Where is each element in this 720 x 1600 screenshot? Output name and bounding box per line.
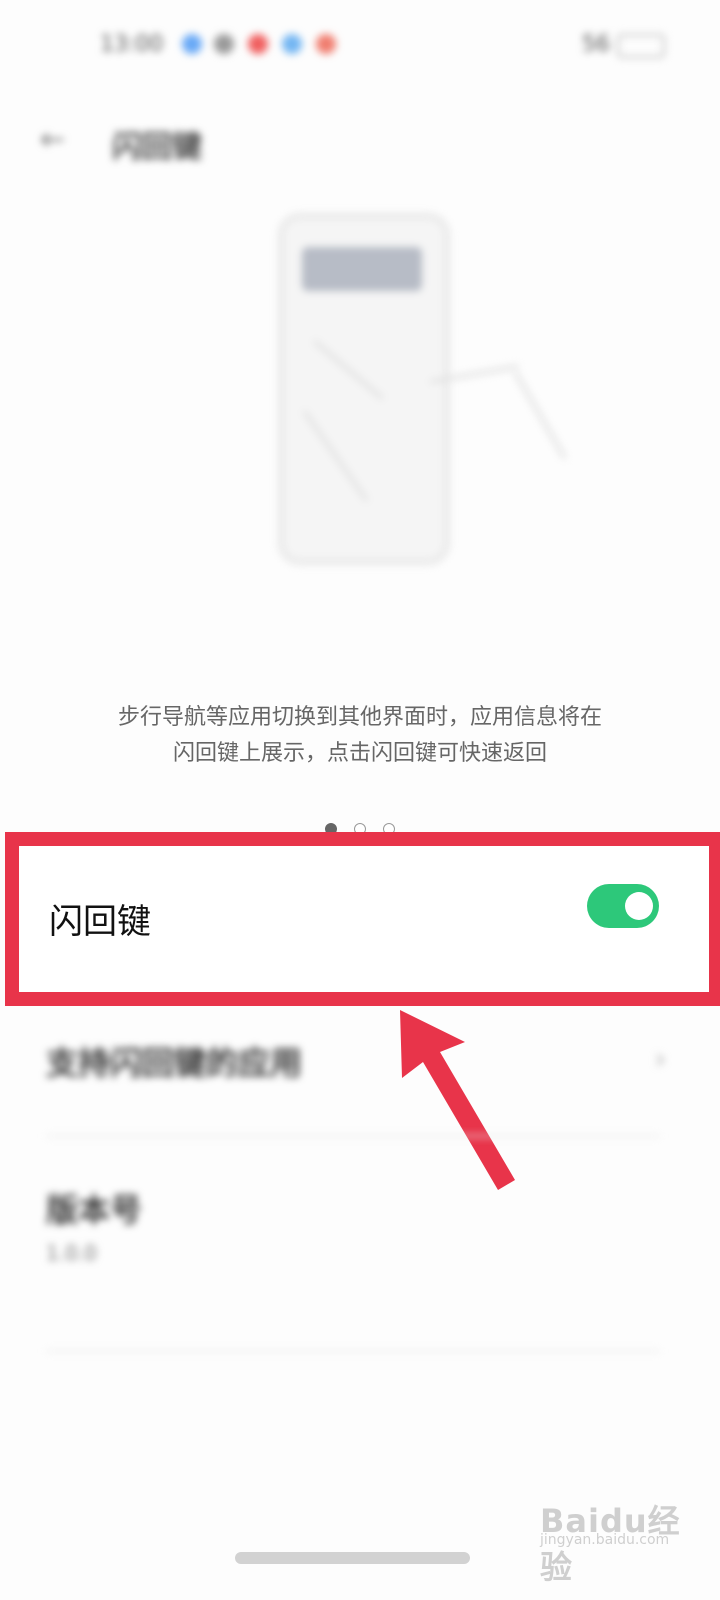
feature-description: 步行导航等应用切换到其他界面时，应用信息将在 闪回键上展示，点击闪回键可快速返回 (40, 700, 680, 772)
page-title: 闪回键 (112, 130, 202, 165)
notification-icon (248, 34, 268, 54)
version-value: 1.0.0 (46, 1241, 97, 1265)
status-time: 13:00 (100, 32, 164, 57)
status-right-text: 56 (582, 32, 610, 57)
version-label: 版本号 (46, 1191, 143, 1229)
switch-knob (625, 892, 653, 920)
swipe-line (312, 339, 385, 401)
battery-icon (617, 34, 665, 58)
notification-icon (214, 34, 234, 54)
page-header: ← 闪回键 (0, 100, 720, 180)
status-bar: 13:00 56 (0, 0, 720, 90)
flashback-banner-illustration (302, 247, 422, 291)
chevron-right-icon: › (654, 1042, 666, 1075)
divider (46, 1135, 660, 1137)
notification-icon (182, 34, 202, 54)
swipe-line (513, 371, 567, 460)
flashback-toggle-switch[interactable] (587, 884, 659, 928)
toggle-label: 闪回键 (49, 902, 151, 942)
notification-icon (282, 34, 302, 54)
description-line: 步行导航等应用切换到其他界面时，应用信息将在 (117, 705, 602, 730)
notification-icon (316, 34, 336, 54)
description-line: 闪回键上展示，点击闪回键可快速返回 (172, 741, 547, 766)
flashback-toggle-row[interactable]: 闪回键 (19, 846, 709, 992)
supported-apps-label: 支持闪回键的应用 (46, 1044, 303, 1082)
phone-gesture-illustration (270, 205, 570, 565)
highlight-annotation-box: 闪回键 (5, 832, 720, 1006)
home-indicator[interactable] (235, 1552, 470, 1564)
back-arrow-icon[interactable]: ← (40, 122, 80, 158)
watermark-url: jingyan.baidu.com (540, 1532, 670, 1548)
supported-apps-row[interactable]: 支持闪回键的应用 › (46, 1030, 676, 1110)
swipe-line (302, 409, 369, 503)
phone-illustration (278, 213, 450, 565)
version-section: 版本号 1.0.0 (46, 1185, 676, 1305)
baidu-watermark: Baidu经验 jingyan.baidu.com (540, 1490, 710, 1586)
divider (46, 1350, 660, 1352)
